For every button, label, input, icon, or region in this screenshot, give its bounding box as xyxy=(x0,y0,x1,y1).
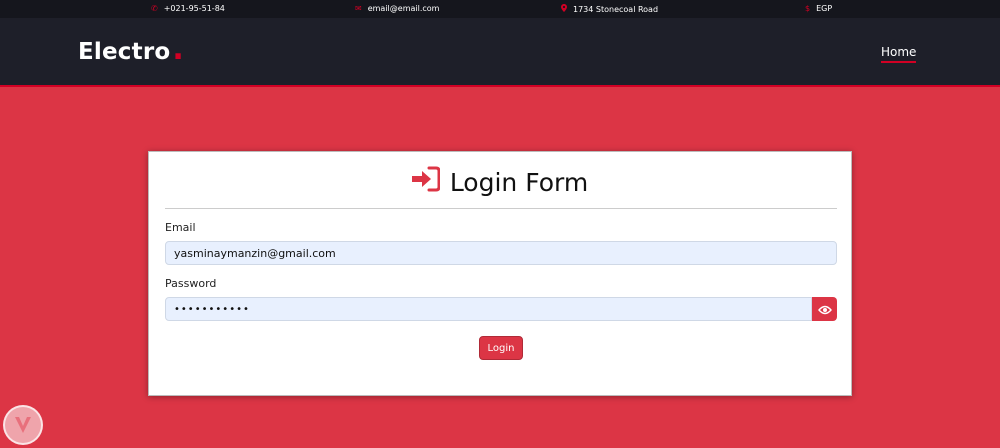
login-button[interactable]: Login xyxy=(479,336,523,360)
password-label: Password xyxy=(165,277,217,290)
eye-icon xyxy=(817,300,832,319)
email-item[interactable]: ✉ email@email.com xyxy=(355,4,439,13)
nav-home-link[interactable]: Home xyxy=(881,45,917,63)
main-header: Electro . Home xyxy=(0,18,1000,87)
top-contact-bar: ✆ +021-95-51-84 ✉ email@email.com 1734 S… xyxy=(0,0,1000,18)
password-field[interactable]: ••••••••••• xyxy=(165,297,812,321)
currency-item[interactable]: $ EGP xyxy=(805,4,832,13)
dollar-icon: $ xyxy=(805,3,811,13)
email-field[interactable]: yasminaymanzin@gmail.com xyxy=(165,241,837,265)
phone-item: ✆ +021-95-51-84 xyxy=(151,4,225,13)
logo-text: Electro xyxy=(78,39,171,65)
login-form-title-text: Login Form xyxy=(449,167,589,197)
watermark-badge xyxy=(3,405,43,445)
email-label: Email xyxy=(165,221,196,234)
envelope-icon: ✉ xyxy=(355,3,362,13)
email-text[interactable]: email@email.com xyxy=(368,4,440,13)
map-marker-icon xyxy=(561,4,567,14)
title-divider xyxy=(165,208,837,209)
sign-in-icon xyxy=(411,166,441,198)
phone-icon: ✆ xyxy=(151,3,158,13)
logo[interactable]: Electro . xyxy=(78,35,184,66)
login-form-title: Login Form xyxy=(149,166,851,198)
show-password-button[interactable] xyxy=(812,297,837,321)
login-card: Login Form Email yasminaymanzin@gmail.co… xyxy=(148,151,852,396)
currency-text[interactable]: EGP xyxy=(816,4,832,13)
address-item: 1734 Stonecoal Road xyxy=(561,4,658,14)
phone-text: +021-95-51-84 xyxy=(163,4,225,13)
v-logo-icon xyxy=(15,417,31,433)
address-text: 1734 Stonecoal Road xyxy=(573,4,659,14)
